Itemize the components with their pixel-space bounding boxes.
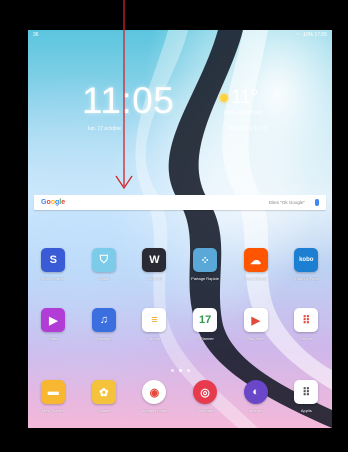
app-label: Internet [248, 408, 263, 413]
internet-icon[interactable]: ◐ [243, 380, 268, 404]
search-hint: Dites "Ok Google" [268, 200, 305, 205]
app-label: Partage Rapide [191, 276, 219, 281]
app-label: Kobo by Fnac [293, 276, 319, 281]
app-boite-portrait[interactable]: S Boite Portrait [28, 248, 79, 281]
app-label: WinDVD [146, 276, 163, 281]
app-row-1: S Boite Portrait ⛉ Avast! W WinDVD ⁘ Partage Ra… [28, 248, 332, 281]
app-memo[interactable]: ≡ Mémo [129, 308, 180, 341]
app-shield[interactable]: ⛉ Avast! [79, 248, 130, 281]
shield-icon[interactable]: ⛉ [91, 248, 116, 272]
app-google-folder[interactable]: ⠿ Google [281, 308, 332, 341]
app-calendar[interactable]: 17 S Planner [180, 308, 231, 341]
app-label: Boite Portrait [41, 276, 65, 281]
wifi-icon: ◠ [295, 32, 301, 38]
microphone-icon[interactable] [315, 199, 319, 206]
app-windvd[interactable]: W WinDVD [129, 248, 180, 281]
status-right-text: 10% 17:05 [303, 32, 327, 38]
folder-icon[interactable]: ▬ [41, 380, 66, 404]
share-nodes-icon[interactable]: ⁘ [193, 248, 218, 272]
page-dot[interactable] [170, 369, 174, 372]
weather-temp: 11° [231, 87, 259, 108]
windvd-icon[interactable]: W [142, 248, 167, 272]
app-music[interactable]: ♫ Musique [79, 308, 130, 341]
gallery-icon[interactable]: ✿ [91, 380, 116, 404]
app-label: Mémo [148, 336, 161, 341]
app-label: Galerie [97, 408, 111, 413]
status-right: ◠ 10% 17:05 [296, 32, 327, 38]
app-play[interactable]: ▶ Vidéo [28, 308, 79, 341]
google-logo: Google [41, 199, 65, 206]
weather-widget[interactable]: 11° [220, 87, 258, 109]
status-left-text: 36 [33, 32, 39, 38]
app-share-nodes[interactable]: ⁘ Partage Rapide [180, 248, 231, 281]
app-gallery[interactable]: ✿ Galerie [79, 380, 130, 413]
weather-updated: Mise à jour 17:03 [228, 126, 267, 132]
play-icon[interactable]: ▶ [41, 308, 66, 332]
app-label: Appareil photo [141, 408, 168, 413]
google-logo-letter: e [61, 199, 66, 206]
kobo-icon[interactable]: kobo [294, 248, 319, 272]
target-icon[interactable]: ◎ [193, 380, 218, 404]
apps-grid-icon[interactable]: ⠿ [294, 380, 319, 404]
weather-city: Paris, Montchoisi [224, 110, 263, 116]
page-indicator[interactable] [28, 369, 332, 372]
app-play-store[interactable]: ▶ Play Store [230, 308, 281, 341]
sun-icon [220, 94, 228, 102]
app-internet[interactable]: ◐ Internet [230, 380, 281, 413]
app-label: SoundCloud [244, 276, 267, 281]
app-label: Applis [300, 408, 312, 413]
play-store-icon[interactable]: ▶ [243, 308, 268, 332]
app-label: Mes Fichiers [41, 408, 65, 413]
google-folder-icon[interactable]: ⠿ [294, 308, 319, 332]
app-folder[interactable]: ▬ Mes Fichiers [28, 380, 79, 413]
app-label: Google [299, 336, 313, 341]
app-label: Vidéo [48, 336, 59, 341]
boite-portrait-icon[interactable]: S [41, 248, 66, 272]
page-dot-active[interactable] [178, 369, 182, 372]
clock-date: lun. 17 octobre [88, 126, 122, 132]
memo-icon[interactable]: ≡ [142, 308, 167, 332]
page-dot[interactable] [186, 369, 190, 372]
app-dock: ▬ Mes Fichiers ✿ Galerie ◉ Appareil photo ◎ Fli… [28, 380, 332, 413]
tablet-home-screen: 36 ◠ 10% 17:05 11:05 lun. 17 octobre 11°… [28, 30, 332, 428]
app-label: Play Store [246, 336, 265, 341]
app-target[interactable]: ◎ Flipboard [180, 380, 231, 413]
clock-time[interactable]: 11:05 [82, 80, 174, 122]
app-label: S Planner [196, 336, 214, 341]
calendar-icon[interactable]: 17 [193, 308, 218, 332]
google-search-bar[interactable]: Google Dites "Ok Google" [34, 195, 326, 210]
status-bar: 36 ◠ 10% 17:05 [28, 30, 332, 40]
camera-icon[interactable]: ◉ [142, 380, 167, 404]
app-row-2: ▶ Vidéo ♫ Musique ≡ Mémo 17 S Planner ▶ Play Stor… [28, 308, 332, 341]
music-icon[interactable]: ♫ [91, 308, 116, 332]
app-kobo[interactable]: kobo Kobo by Fnac [281, 248, 332, 281]
app-label: Flipboard [196, 408, 214, 413]
app-label: Avast! [98, 276, 110, 281]
app-label: Musique [96, 336, 112, 341]
app-camera[interactable]: ◉ Appareil photo [129, 380, 180, 413]
soundcloud-icon[interactable]: ☁ [243, 248, 268, 272]
app-apps-grid[interactable]: ⠿ Applis [281, 380, 332, 413]
app-soundcloud[interactable]: ☁ SoundCloud [230, 248, 281, 281]
